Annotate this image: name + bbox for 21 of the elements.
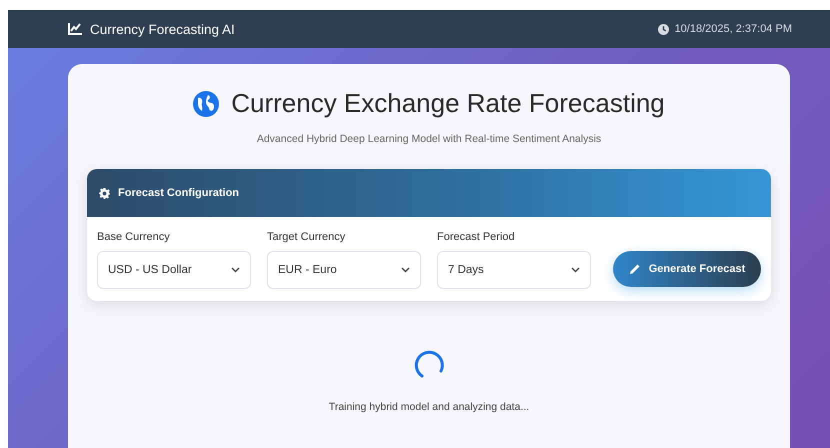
page-title: Currency Exchange Rate Forecasting [231,88,665,119]
chevron-down-icon [571,267,580,273]
field-label: Target Currency [267,231,346,243]
loading-message: Training hybrid model and analyzing data... [328,401,530,413]
gear-icon [99,188,110,198]
field-label: Base Currency [97,231,171,243]
line-chart-icon [68,23,82,35]
panel-title: Forecast Configuration [118,187,240,199]
field-label: Forecast Period [437,231,516,243]
clock-icon [658,24,669,34]
select-dropdown[interactable]: 7 Days [437,251,591,289]
pencil-icon [628,263,641,275]
select-dropdown[interactable]: USD - US Dollar [97,251,251,289]
globe-icon [193,90,220,116]
chevron-down-icon [231,267,240,273]
generate-forecast-button[interactable]: Generate Forecast [613,251,761,287]
brand-name[interactable]: Currency Forecasting AI [90,22,235,36]
date-time: 10/18/2025, 2:37:04 PM [674,23,792,35]
page-subtitle: Advanced Hybrid Deep Learning Model with Real-time Sentiment Analysis [256,133,602,145]
chevron-down-icon [401,267,410,273]
select-dropdown[interactable]: EUR - Euro [267,251,421,289]
